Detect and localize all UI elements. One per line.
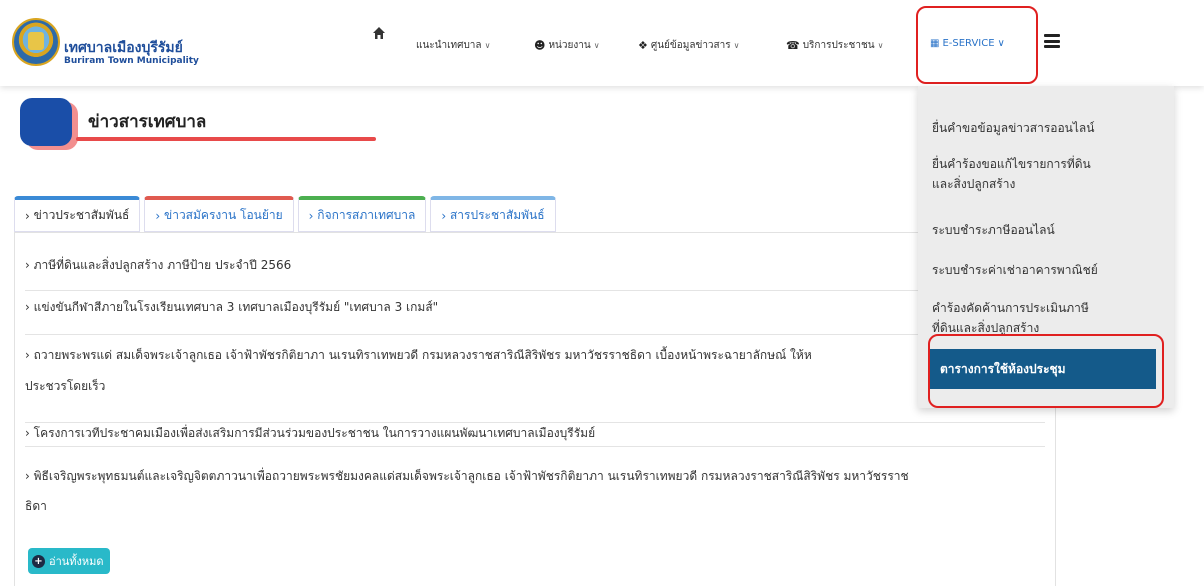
tab-job-transfer[interactable]: › ข่าวสมัครงาน โอนย้าย [144,196,294,232]
news-item-text: พิธีเจริญพระพุทธมนต์และเจริญจิตตภาวนาเพื… [33,469,909,483]
home-icon[interactable] [372,26,386,40]
tab-announcements[interactable]: › สารประชาสัมพันธ์ [430,196,556,232]
nav-label-public-service: บริการประชาชน [802,40,875,51]
news-item[interactable]: › พิธีเจริญพระพุทธมนต์และเจริญจิตตภาวนาเ… [25,463,1045,537]
chevron-down-icon: ∨ [997,38,1005,49]
dropdown-item-label: คำร้องคัดค้านการประเมินภาษี [932,301,1089,315]
nav-item-public-service[interactable]: ☎ บริการประชาชน ∨ [786,38,883,53]
dropdown-item-label: ระบบชำระภาษีออนไลน์ [932,223,1055,237]
dropdown-item-tax-objection[interactable]: คำร้องคัดค้านการประเมินภาษี ที่ดินและสิ่… [932,298,1142,338]
news-item-text: ถวายพระพรแด่ สมเด็จพระเจ้าลูกเธอ เจ้าฟ้า… [33,348,812,362]
user-circle-icon: ☻ [534,39,546,52]
chevron-down-icon: ∨ [593,41,600,50]
hamburger-icon[interactable] [1044,34,1060,48]
read-all-label: อ่านทั้งหมด [49,555,104,568]
dropdown-item-label: ยื่นคำร้องขอแก้ไขรายการที่ดิน [932,157,1091,171]
tab-label: ข่าวประชาสัมพันธ์ [33,208,130,222]
read-all-button[interactable]: + อ่านทั้งหมด [28,548,110,574]
dropdown-item-info-request[interactable]: ยื่นคำขอข้อมูลข่าวสารออนไลน์ [932,118,1142,138]
news-item[interactable]: › ภาษีที่ดินและสิ่งปลูกสร้าง ภาษีป้าย ปร… [25,253,1045,291]
site-header: เทศบาลเมืองบุรีรัมย์ Buriram Town Munici… [0,0,1204,86]
chevron-right-icon: › [441,208,450,223]
main-nav: แนะนำเทศบาล ∨ ☻ หน่วยงาน ∨ ❖ ศูนย์ข้อมูล… [0,0,1204,86]
news-item[interactable]: › ถวายพระพรแด่ สมเด็จพระเจ้าลูกเธอ เจ้าฟ… [25,341,1045,423]
chevron-down-icon: ∨ [877,41,884,50]
news-item[interactable]: › แข่งขันกีฬาสีภายในโรงเรียนเทศบาล 3 เทศ… [25,295,1045,335]
nav-item-about[interactable]: แนะนำเทศบาล ∨ [416,38,490,53]
chevron-down-icon: ∨ [484,41,491,50]
chevron-right-icon: › [25,258,34,272]
dropdown-item-label-continued: และสิ่งปลูกสร้าง [932,177,1016,191]
nav-item-departments[interactable]: ☻ หน่วยงาน ∨ [534,38,600,53]
section-title-decoration [20,98,72,146]
chevron-right-icon: › [25,348,34,362]
nav-item-eservice[interactable]: ▦ E-SERVICE ∨ [930,38,1005,49]
news-panel: › ภาษีที่ดินและสิ่งปลูกสร้าง ภาษีป้าย ปร… [14,232,1056,586]
dropdown-item-label: ระบบชำระค่าเช่าอาคารพาณิชย์ [932,263,1098,277]
chevron-right-icon: › [308,208,318,223]
dropdown-item-land-correction[interactable]: ยื่นคำร้องขอแก้ไขรายการที่ดิน และสิ่งปลู… [932,154,1142,194]
news-item-text-continued: ประชวรโดยเร็ว [25,379,106,393]
grid-icon: ▦ [930,38,940,49]
chevron-right-icon: › [25,426,34,440]
chevron-right-icon: › [25,469,34,483]
info-circle-icon: ❖ [638,39,648,52]
chevron-right-icon: › [155,208,164,223]
plus-circle-icon: + [32,554,45,568]
nav-label-about: แนะนำเทศบาล [416,40,482,51]
nav-item-info-center[interactable]: ❖ ศูนย์ข้อมูลข่าวสาร ∨ [638,38,740,53]
section-title: ข่าวสารเทศบาล [88,112,207,132]
dropdown-item-online-tax[interactable]: ระบบชำระภาษีออนไลน์ [932,220,1142,240]
tab-label: ข่าวสมัครงาน โอนย้าย [164,208,283,222]
chevron-down-icon: ∨ [733,41,740,50]
news-item-text: แข่งขันกีฬาสีภายในโรงเรียนเทศบาล 3 เทศบา… [33,300,439,314]
news-item-text: ภาษีที่ดินและสิ่งปลูกสร้าง ภาษีป้าย ประจ… [33,258,292,272]
news-item-text: โครงการเวทีประชาคมเมืองเพื่อส่งเสริมการม… [33,426,596,440]
news-item[interactable]: › โครงการเวทีประชาคมเมืองเพื่อส่งเสริมกา… [25,421,1045,447]
chevron-right-icon: › [25,208,34,223]
section-title-underline [76,137,376,141]
nav-label-departments: หน่วยงาน [548,40,591,51]
dropdown-item-rent-payment[interactable]: ระบบชำระค่าเช่าอาคารพาณิชย์ [932,260,1142,280]
tab-label: กิจการสภาเทศบาล [317,208,416,222]
chevron-right-icon: › [25,300,34,314]
selected-item-highlight-box [928,334,1164,408]
news-tabs: › ข่าวประชาสัมพันธ์ › ข่าวสมัครงาน โอนย้… [14,196,556,232]
news-item-text-continued: ธิดา [25,499,47,513]
tab-council-affairs[interactable]: › กิจการสภาเทศบาล [297,196,427,232]
tab-public-relations[interactable]: › ข่าวประชาสัมพันธ์ [14,196,141,232]
phone-icon: ☎ [786,39,800,52]
tab-label: สารประชาสัมพันธ์ [449,208,545,222]
nav-label-info-center: ศูนย์ข้อมูลข่าวสาร [650,40,731,51]
nav-label-eservice: E-SERVICE [942,38,995,49]
dropdown-item-label: ยื่นคำขอข้อมูลข่าวสารออนไลน์ [932,121,1095,135]
